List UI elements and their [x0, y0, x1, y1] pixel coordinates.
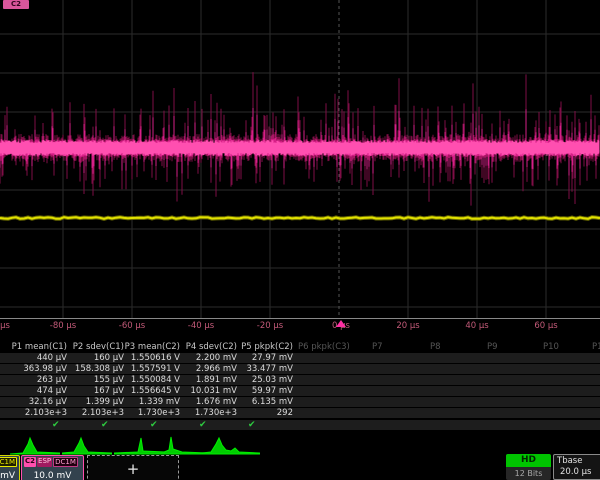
- histicon[interactable]: [62, 436, 112, 456]
- acquisition-hd-badge[interactable]: HD 12 Bits: [506, 454, 551, 480]
- table-cell: 27.97 mV: [223, 353, 293, 363]
- table-row: 2.103e+32.103e+31.730e+31.730e+3292: [0, 408, 600, 418]
- channel-scale-c1: 10.0 mV: [0, 471, 17, 480]
- time-axis-label: 60 µs: [534, 321, 557, 331]
- table-cell: 292: [223, 408, 293, 418]
- param-header-inactive[interactable]: P6 pkpk(C3): [298, 342, 350, 352]
- channel-descriptor-c1[interactable]: DC1M 10.0 mV: [0, 455, 20, 480]
- table-row: 474 µV167 µV1.556645 V10.031 mV59.97 mV: [0, 386, 600, 396]
- time-axis-label: -20 µs: [257, 321, 283, 331]
- param-header-inactive[interactable]: P9: [487, 342, 498, 352]
- table-status-row: ✔ ✔ ✔ ✔ ✔: [0, 420, 600, 430]
- histicon[interactable]: [10, 436, 60, 456]
- channel-tag-esp: ESP: [37, 457, 52, 467]
- waveform-grid: [0, 0, 600, 340]
- plus-icon: +: [127, 460, 140, 478]
- trigger-position-marker[interactable]: [336, 320, 346, 327]
- param-header-5[interactable]: P5 pkpk(C2): [223, 342, 293, 352]
- check-icon: ✔: [199, 420, 207, 430]
- table-cell: 25.03 mV: [223, 375, 293, 385]
- table-cell: 6.135 mV: [223, 397, 293, 407]
- check-icon: ✔: [52, 420, 60, 430]
- oscilloscope-screen: C2 -100 µs-80 µs-60 µs-40 µs-20 µs0 µs20…: [0, 0, 600, 480]
- param-header-inactive[interactable]: P10: [543, 342, 559, 352]
- histicon[interactable]: [202, 436, 260, 456]
- table-cell: 59.97 mV: [223, 386, 293, 396]
- time-axis-label: 40 µs: [465, 321, 488, 331]
- channel-id-c2: C2: [24, 457, 36, 467]
- check-icon: ✔: [248, 420, 256, 430]
- time-axis-label: -60 µs: [119, 321, 145, 331]
- histicon[interactable]: [114, 436, 166, 456]
- check-icon: ✔: [101, 420, 109, 430]
- check-icon: ✔: [150, 420, 158, 430]
- bits-label: 12 Bits: [506, 467, 551, 480]
- coupling-tag-c2: DC1M: [53, 457, 78, 467]
- time-axis-label: -100 µs: [0, 321, 10, 331]
- param-header-inactive[interactable]: P8: [430, 342, 441, 352]
- table-cell: 33.477 mV: [223, 364, 293, 374]
- time-axis-label: -80 µs: [50, 321, 76, 331]
- timebase-value: 20.0 µs: [554, 466, 600, 477]
- timebase-descriptor[interactable]: Tbase 20.0 µs: [553, 454, 600, 480]
- channel-descriptor-c2[interactable]: C2 ESP DC1M 10.0 mV: [21, 455, 84, 480]
- add-trace-button[interactable]: +: [87, 455, 179, 480]
- hd-label: HD: [506, 454, 551, 467]
- table-row: 440 µV160 µV1.550616 V2.200 mV27.97 mV: [0, 353, 600, 363]
- param-header-inactive[interactable]: P7: [372, 342, 383, 352]
- table-row: 363.98 µV158.308 µV1.557591 V2.966 mV33.…: [0, 364, 600, 374]
- trace-label-chip: C2: [3, 0, 29, 9]
- table-row: 32.16 µV1.399 µV1.339 mV1.676 mV6.135 mV: [0, 397, 600, 407]
- coupling-tag-c1: DC1M: [0, 457, 17, 467]
- time-axis-label: 20 µs: [396, 321, 419, 331]
- timebase-title: Tbase: [554, 455, 600, 466]
- param-header-inactive[interactable]: P11: [592, 342, 600, 352]
- table-row: 263 µV155 µV1.550084 V1.891 mV25.03 mV: [0, 375, 600, 385]
- time-axis-label: -40 µs: [188, 321, 214, 331]
- channel-scale-c2: 10.0 mV: [24, 471, 81, 480]
